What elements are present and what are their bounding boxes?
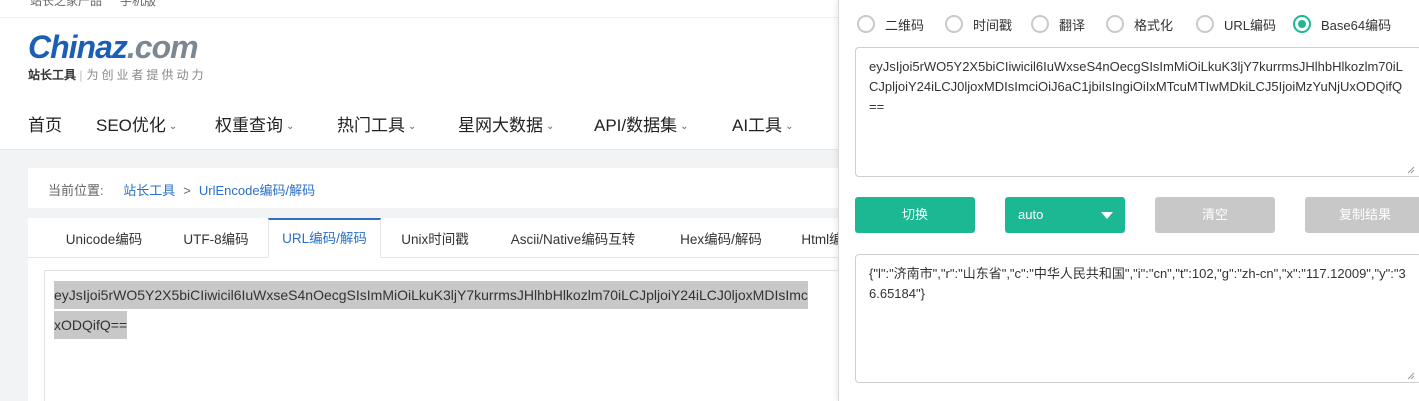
charset-select-value: auto (1018, 207, 1044, 222)
breadcrumb-separator: > (183, 183, 191, 198)
breadcrumb-link-urlencode[interactable]: UrlEncode编码/解码 (199, 183, 315, 198)
radio-circle-icon (945, 15, 963, 33)
chevron-down-icon: ⌄ (168, 121, 178, 132)
chevron-down-icon: ⌄ (785, 121, 794, 132)
nav-item-hot-tools[interactable]: 热门工具 ⌄ (337, 111, 416, 136)
caret-down-icon (1101, 212, 1113, 219)
radio-url-encode[interactable]: URL编码 (1196, 13, 1276, 35)
tab-ascii-native[interactable]: Ascii/Native编码互转 (498, 218, 648, 258)
site-logo[interactable]: Chinaz.com 站长工具 | 为创业者提供动力 (28, 28, 207, 83)
radio-circle-icon (1106, 15, 1124, 33)
clear-button[interactable]: 清空 (1155, 197, 1275, 233)
logo-name: Chinaz (28, 29, 128, 65)
breadcrumb: 当前位置: 站长工具 > UrlEncode编码/解码 (48, 180, 315, 199)
editor-line-1: eyJsIjoi5rWO5Y2X5biCIiwicil6IuWxseS4nOec… (54, 281, 808, 309)
tab-url-encode[interactable]: URL编码/解码 (268, 218, 381, 258)
quick-tool-popup: 二维码 时间戳 翻译 格式化 URL编码 Base64编码 eyJsIjoi5r… (838, 0, 1419, 401)
nav-item-api[interactable]: API/数据集 ⌄ (594, 111, 689, 136)
breadcrumb-prefix: 当前位置: (48, 183, 104, 198)
radio-checked-icon (1293, 15, 1311, 33)
radio-circle-icon (1196, 15, 1214, 33)
radio-circle-icon (857, 15, 875, 33)
radio-format[interactable]: 格式化 (1106, 13, 1173, 35)
input-text: eyJsIjoi5rWO5Y2X5biCIiwicil6IuWxseS4nOec… (869, 59, 1403, 114)
radio-base64[interactable]: Base64编码 (1293, 13, 1391, 35)
radio-timestamp[interactable]: 时间戳 (945, 13, 1012, 35)
resize-handle-icon[interactable] (1406, 371, 1415, 380)
nav-item-weight[interactable]: 权重查询 ⌄ (215, 111, 294, 136)
nav-item-home[interactable]: 首页 (28, 111, 62, 136)
logo-slogan: 为创业者提供动力 (86, 68, 207, 82)
result-textarea[interactable]: {"l":"济南市","r":"山东省","c":"中华人民共和国","i":"… (855, 254, 1419, 383)
logo-suffix: .com (126, 29, 199, 65)
breadcrumb-link-tools[interactable]: 站长工具 (123, 183, 175, 198)
chevron-down-icon: ⌄ (546, 121, 555, 132)
logo-tool-label: 站长工具 (28, 68, 77, 82)
tab-unicode[interactable]: Unicode编码 (48, 218, 160, 258)
editor-line-2: xODQifQ== (54, 311, 128, 339)
chevron-down-icon: ⌄ (286, 121, 295, 132)
nav-item-bigdata[interactable]: 星网大数据 ⌄ (458, 111, 554, 136)
copy-result-button[interactable]: 复制结果 (1305, 197, 1419, 233)
tab-hex[interactable]: Hex编码/解码 (666, 218, 776, 258)
chevron-down-icon: ⌄ (408, 121, 417, 132)
tab-unix-time[interactable]: Unix时间戳 (388, 218, 482, 258)
resize-handle-icon[interactable] (1406, 165, 1415, 174)
nav-item-seo[interactable]: SEO优化 ⌄ (96, 111, 177, 136)
charset-select[interactable]: auto (1005, 197, 1125, 233)
top-link-mobile[interactable]: 手机版 (120, 0, 156, 9)
switch-button[interactable]: 切换 (855, 197, 975, 233)
chevron-down-icon: ⌄ (680, 121, 689, 132)
nav-item-ai-tools[interactable]: AI工具 ⌄ (732, 111, 793, 136)
result-text: {"l":"济南市","r":"山东省","c":"中华人民共和国","i":"… (869, 266, 1406, 301)
radio-circle-icon (1031, 15, 1049, 33)
radio-qrcode[interactable]: 二维码 (857, 13, 924, 35)
radio-translate[interactable]: 翻译 (1031, 13, 1085, 35)
top-link-products[interactable]: 站长之家产品 (30, 0, 102, 9)
tab-utf8[interactable]: UTF-8编码 (170, 218, 262, 258)
base64-input-textarea[interactable]: eyJsIjoi5rWO5Y2X5biCIiwicil6IuWxseS4nOec… (855, 47, 1419, 177)
